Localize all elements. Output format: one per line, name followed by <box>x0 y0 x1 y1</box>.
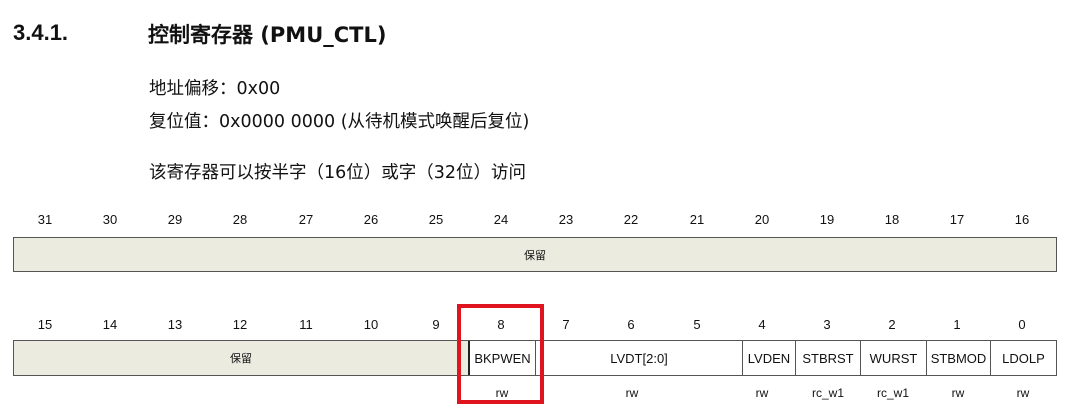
bit-number: 4 <box>758 317 766 332</box>
bit-number: 6 <box>627 317 635 332</box>
bit-number: 17 <box>949 212 965 227</box>
wurst-field: WURST <box>861 341 927 375</box>
bit-number: 15 <box>37 317 53 332</box>
access-type: rc_w1 <box>876 386 909 400</box>
address-offset: 地址偏移：0x00 <box>149 79 281 99</box>
ldolp-field: LDOLP <box>1002 350 1045 366</box>
reset-value: 复位值：0x0000 0000 (从待机模式唤醒后复位) <box>149 112 530 132</box>
reserved-field: 保留 <box>14 341 470 375</box>
bit-number: 12 <box>232 317 248 332</box>
bit-number: 31 <box>37 212 53 227</box>
bit-number: 20 <box>754 212 770 227</box>
upper-register-row: 保留 <box>13 237 1057 272</box>
reserved-field: 保留 <box>14 238 1056 271</box>
bit-number: 30 <box>102 212 118 227</box>
stbrst-field: STBRST <box>796 341 861 375</box>
field-label: 保留 <box>524 248 546 262</box>
bit-number: 25 <box>428 212 444 227</box>
section-title: 控制寄存器 (PMU_CTL) <box>148 23 387 47</box>
bit-number: 11 <box>299 317 313 332</box>
section-number: 3.4.1. <box>13 20 69 45</box>
bit-number: 5 <box>693 317 701 332</box>
bit-number: 1 <box>953 317 961 332</box>
bit-number: 27 <box>298 212 314 227</box>
access-type: rw <box>1016 386 1030 400</box>
field-label: 保留 <box>230 352 252 365</box>
bit-number: 7 <box>562 317 570 332</box>
bit-number: 29 <box>167 212 183 227</box>
bit-number: 13 <box>167 317 183 332</box>
bit-number: 9 <box>432 317 440 332</box>
bit-number: 24 <box>493 212 509 227</box>
access-type: rw <box>755 386 769 400</box>
access-type: rw <box>951 386 965 400</box>
access-type: rc_w1 <box>811 386 844 400</box>
bit-number: 3 <box>823 317 831 332</box>
bit-number: 0 <box>1018 317 1026 332</box>
bit-number: 10 <box>363 317 379 332</box>
access-type: rw <box>625 386 639 400</box>
bit-number: 2 <box>888 317 896 332</box>
bit-number: 21 <box>689 212 705 227</box>
bit-number: 23 <box>558 212 574 227</box>
access-note: 该寄存器可以按半字（16位）或字（32位）访问 <box>149 163 527 183</box>
bit-number: 19 <box>819 212 835 227</box>
highlight-box <box>457 304 544 404</box>
bit-number: 28 <box>232 212 248 227</box>
bit-number: 14 <box>102 317 118 332</box>
bit-number: 22 <box>623 212 639 227</box>
lvden-field: LVDEN <box>743 341 796 375</box>
bit-number: 26 <box>363 212 379 227</box>
bit-number: 16 <box>1014 212 1030 227</box>
bit-number: 18 <box>884 212 900 227</box>
lvdt-field: LVDT[2:0] <box>536 341 743 375</box>
stbmod-field: STBMOD <box>927 341 991 375</box>
